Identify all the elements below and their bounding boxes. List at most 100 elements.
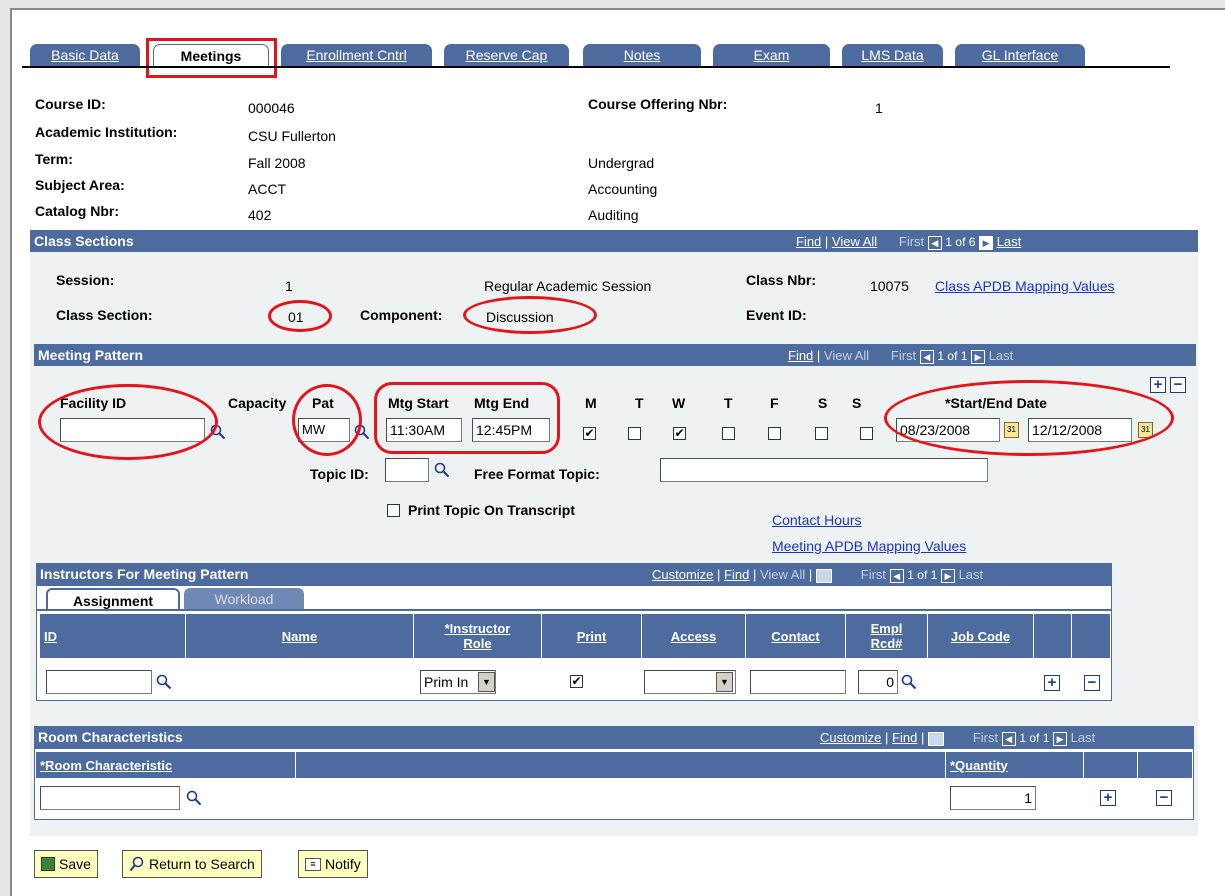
class-sections-last[interactable]: Last [997, 234, 1022, 249]
mtg-end-input[interactable]: 12:45PM [472, 418, 550, 442]
instructors-find[interactable]: Find [724, 567, 749, 582]
tab-notes[interactable]: Notes [583, 44, 701, 66]
free-format-topic-input[interactable] [660, 458, 988, 482]
mtg-end-label: Mtg End [474, 395, 530, 411]
instructors-title: Instructors For Meeting Pattern [40, 566, 249, 582]
subtab-assignment[interactable]: Assignment [46, 588, 180, 610]
col-quantity[interactable]: *Quantity [946, 752, 1084, 778]
contact-input[interactable] [750, 670, 846, 694]
pat-search-icon[interactable] [354, 424, 370, 440]
event-id-label: Event ID: [746, 307, 807, 323]
col-empl-rcd[interactable]: Empl Rcd# [846, 614, 928, 658]
instructors-customize[interactable]: Customize [652, 567, 713, 582]
prev-arrow-icon[interactable]: ◀ [927, 235, 942, 250]
room-first-label: First [972, 730, 999, 745]
col-instructor-role[interactable]: *Instructor Role [414, 614, 542, 658]
topic-search-icon[interactable] [434, 462, 450, 478]
col-job-code[interactable]: Job Code [928, 614, 1034, 658]
empl-rcd-input[interactable]: 0 [858, 670, 898, 694]
class-section-label: Class Section: [56, 307, 153, 323]
tab-exam[interactable]: Exam [713, 44, 830, 66]
instructor-id-search-icon[interactable] [156, 674, 172, 690]
checkbox-mon[interactable]: ✔ [583, 427, 596, 440]
class-apdb-link[interactable]: Class APDB Mapping Values [935, 278, 1115, 294]
end-date-calendar-icon[interactable]: 31 [1138, 422, 1153, 438]
checkbox-thu[interactable] [722, 427, 735, 440]
start-date-input[interactable]: 08/23/2008 [896, 418, 1000, 442]
remove-room-icon[interactable]: − [1156, 790, 1172, 806]
checkbox-tue[interactable] [628, 427, 641, 440]
room-next-arrow-icon[interactable]: ▶ [1053, 731, 1068, 746]
access-dropdown-icon[interactable]: ▼ [716, 672, 733, 692]
col-name[interactable]: Name [186, 614, 414, 658]
tab-lms-data[interactable]: LMS Data [842, 44, 943, 66]
print-topic-checkbox[interactable] [387, 504, 400, 517]
inst-prev-arrow-icon[interactable]: ◀ [889, 568, 904, 583]
grid-download-icon[interactable] [815, 568, 832, 583]
return-to-search-button[interactable]: Return to Search [122, 850, 262, 878]
room-prev-arrow-icon[interactable]: ◀ [1001, 731, 1016, 746]
col-role-line2: Role [463, 636, 492, 651]
free-format-topic-label: Free Format Topic: [474, 466, 600, 482]
notify-button[interactable]: ≡ Notify [298, 850, 368, 878]
col-access[interactable]: Access [642, 614, 746, 658]
inst-count: 1 of 1 [907, 568, 938, 582]
subtab-workload[interactable]: Workload [184, 588, 304, 610]
instructor-id-input[interactable] [46, 670, 152, 694]
checkbox-wed[interactable]: ✔ [673, 427, 686, 440]
end-date-input[interactable]: 12/12/2008 [1028, 418, 1132, 442]
mp-prev-arrow-icon[interactable]: ◀ [919, 349, 934, 364]
col-print[interactable]: Print [542, 614, 642, 658]
empl-rcd-search-icon[interactable] [901, 674, 917, 690]
meeting-pattern-title: Meeting Pattern [38, 347, 144, 363]
remove-instructor-icon[interactable]: − [1084, 675, 1100, 691]
save-button[interactable]: Save [34, 850, 98, 878]
day-label-wed: W [672, 395, 686, 411]
mtg-start-label: Mtg Start [388, 395, 449, 411]
class-nbr-label: Class Nbr: [746, 272, 817, 288]
tab-meetings[interactable]: Meetings [153, 44, 269, 68]
tab-enrollment-cntrl[interactable]: Enrollment Cntrl [281, 44, 432, 66]
tab-reserve-cap[interactable]: Reserve Cap [444, 44, 569, 66]
checkbox-sat[interactable] [815, 427, 828, 440]
pat-input[interactable]: MW [298, 418, 350, 442]
room-grid-download-icon[interactable] [927, 731, 944, 746]
room-customize[interactable]: Customize [820, 730, 881, 745]
tab-basic-data[interactable]: Basic Data [30, 44, 140, 66]
class-sections-find[interactable]: Find [796, 234, 821, 249]
start-date-calendar-icon[interactable]: 31 [1004, 422, 1019, 438]
institution-label: Academic Institution: [35, 124, 178, 140]
instructor-print-checkbox[interactable]: ✔ [570, 675, 583, 688]
checkbox-sun[interactable] [860, 427, 873, 440]
room-title: Room Characteristics [38, 729, 183, 745]
col-id[interactable]: ID [40, 614, 186, 658]
day-label-sat: S [818, 395, 828, 411]
facility-id-input[interactable] [60, 418, 205, 442]
col-room-characteristic[interactable]: *Room Characteristic [36, 752, 296, 778]
col-contact[interactable]: Contact [746, 614, 846, 658]
class-sections-nav: Find | View All First ◀ 1 of 6 ▶ Last [796, 234, 1022, 250]
contact-hours-link[interactable]: Contact Hours [772, 512, 861, 528]
inst-next-arrow-icon[interactable]: ▶ [940, 568, 955, 583]
add-room-icon[interactable]: + [1100, 790, 1116, 806]
topic-id-input[interactable] [385, 458, 429, 482]
facility-search-icon[interactable] [210, 424, 226, 440]
mp-next-arrow-icon[interactable]: ▶ [971, 349, 986, 364]
add-meeting-icon[interactable]: + [1150, 377, 1166, 393]
mtg-start-input[interactable]: 11:30AM [386, 418, 462, 442]
room-find[interactable]: Find [892, 730, 917, 745]
save-label: Save [59, 856, 91, 872]
room-characteristic-input[interactable] [40, 786, 180, 810]
remove-meeting-icon[interactable]: − [1170, 377, 1186, 393]
next-arrow-icon[interactable]: ▶ [979, 235, 994, 250]
meeting-apdb-link[interactable]: Meeting APDB Mapping Values [772, 538, 966, 554]
meeting-pattern-find[interactable]: Find [788, 348, 813, 363]
quantity-input[interactable]: 1 [950, 786, 1036, 810]
facility-id-label: Facility ID [60, 395, 127, 411]
room-characteristic-search-icon[interactable] [186, 790, 202, 806]
add-instructor-icon[interactable]: + [1044, 675, 1060, 691]
tab-gl-interface[interactable]: GL Interface [955, 44, 1085, 66]
checkbox-fri[interactable] [768, 427, 781, 440]
class-sections-view-all[interactable]: View All [832, 234, 877, 249]
role-dropdown-icon[interactable]: ▼ [478, 672, 495, 692]
